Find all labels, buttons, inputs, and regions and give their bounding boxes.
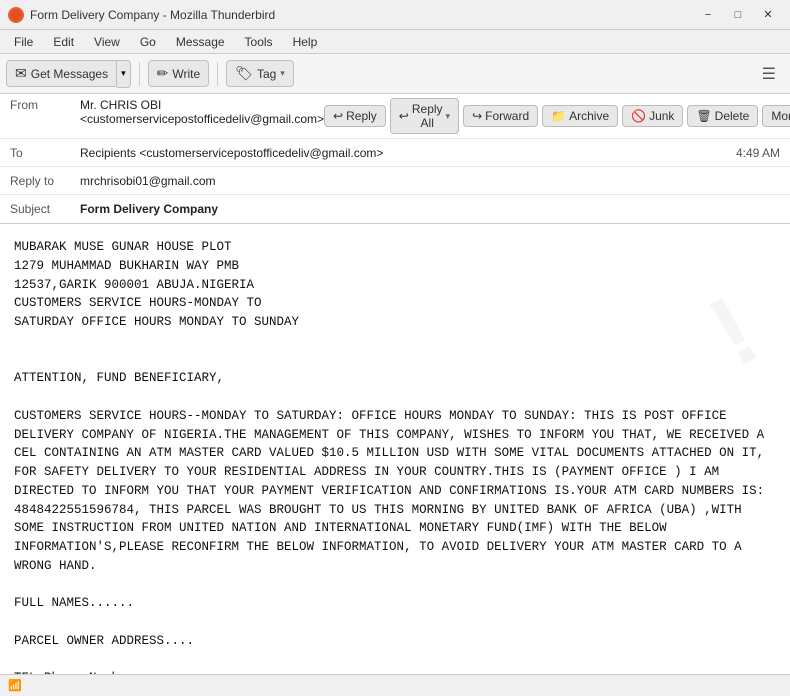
delete-button[interactable]: 🗑 Delete (687, 105, 758, 127)
timestamp: 4:49 AM (736, 146, 780, 160)
envelope-icon: ✉ (15, 65, 27, 82)
menu-edit[interactable]: Edit (45, 33, 82, 51)
titlebar-left: Form Delivery Company - Mozilla Thunderb… (8, 7, 275, 23)
toolbar: ✉ Get Messages ▾ ✏ Write 🏷 Tag ▾ ☰ (0, 54, 790, 94)
window-title: Form Delivery Company - Mozilla Thunderb… (30, 8, 275, 22)
window-controls: − □ ✕ (694, 4, 782, 26)
reply-to-value: mrchrisobi01@gmail.com (80, 174, 780, 188)
reply-icon: ↩ (333, 109, 343, 123)
tag-icon: 🏷 (235, 65, 253, 82)
app-icon (8, 7, 24, 23)
from-row: From Mr. CHRIS OBI <customerserviceposto… (0, 94, 790, 139)
delete-label: Delete (715, 109, 750, 123)
more-button[interactable]: More ▾ (762, 105, 790, 127)
to-row: To Recipients <customerservicepostoffice… (0, 139, 790, 167)
subject-row: Subject Form Delivery Company (0, 195, 790, 223)
reply-all-label: Reply All (412, 102, 443, 130)
get-messages-dropdown[interactable]: ▾ (117, 60, 131, 88)
menu-view[interactable]: View (86, 33, 128, 51)
from-label: From (10, 98, 80, 112)
reply-to-label: Reply to (10, 174, 80, 188)
email-header: From Mr. CHRIS OBI <customerserviceposto… (0, 94, 790, 224)
reply-all-icon: ↩ (399, 109, 409, 123)
separator-2 (217, 62, 218, 86)
minimize-button[interactable]: − (694, 4, 722, 26)
hamburger-button[interactable]: ☰ (754, 60, 784, 88)
forward-label: Forward (485, 109, 529, 123)
email-body: ! MUBARAK MUSE GUNAR HOUSE PLOT 1279 MUH… (0, 224, 790, 674)
forward-icon: ↪ (472, 109, 482, 123)
archive-label: Archive (569, 109, 609, 123)
junk-button[interactable]: 🚫 Junk (622, 105, 683, 127)
to-label: To (10, 146, 80, 160)
archive-icon: 📁 (551, 109, 566, 123)
junk-label: Junk (649, 109, 674, 123)
email-body-text: MUBARAK MUSE GUNAR HOUSE PLOT 1279 MUHAM… (14, 238, 776, 674)
menu-file[interactable]: File (6, 33, 41, 51)
tag-arrow: ▾ (280, 68, 285, 79)
email-actions: ↩ Reply ↩ Reply All ▾ ↪ Forward 📁 Archiv… (324, 98, 790, 134)
from-value: Mr. CHRIS OBI <customerservicepostoffice… (80, 98, 324, 126)
subject-label: Subject (10, 202, 80, 216)
more-label: More (771, 109, 790, 123)
archive-button[interactable]: 📁 Archive (542, 105, 618, 127)
subject-value: Form Delivery Company (80, 202, 780, 216)
menubar: File Edit View Go Message Tools Help (0, 30, 790, 54)
statusbar: 📶 (0, 674, 790, 696)
titlebar: Form Delivery Company - Mozilla Thunderb… (0, 0, 790, 30)
separator-1 (139, 62, 140, 86)
tag-button[interactable]: 🏷 Tag ▾ (226, 60, 294, 87)
get-messages-group: ✉ Get Messages ▾ (6, 60, 131, 88)
write-button[interactable]: ✏ Write (148, 60, 210, 87)
menu-tools[interactable]: Tools (237, 33, 281, 51)
write-label: Write (172, 67, 200, 81)
reply-all-arrow: ▾ (446, 111, 451, 122)
status-icon: 📶 (8, 679, 22, 692)
forward-button[interactable]: ↪ Forward (463, 105, 538, 127)
reply-label: Reply (346, 109, 377, 123)
junk-icon: 🚫 (631, 109, 646, 123)
menu-go[interactable]: Go (132, 33, 164, 51)
get-messages-label: Get Messages (31, 67, 108, 81)
menu-message[interactable]: Message (168, 33, 233, 51)
tag-label: Tag (257, 67, 276, 81)
delete-icon: 🗑 (696, 109, 711, 123)
close-button[interactable]: ✕ (754, 4, 782, 26)
get-messages-button[interactable]: ✉ Get Messages (6, 60, 117, 87)
maximize-button[interactable]: □ (724, 4, 752, 26)
menu-help[interactable]: Help (285, 33, 326, 51)
to-value: Recipients <customerservicepostofficedel… (80, 146, 736, 160)
reply-all-button[interactable]: ↩ Reply All ▾ (390, 98, 459, 134)
reply-to-row: Reply to mrchrisobi01@gmail.com (0, 167, 790, 195)
reply-button[interactable]: ↩ Reply (324, 105, 386, 127)
write-icon: ✏ (157, 65, 169, 82)
